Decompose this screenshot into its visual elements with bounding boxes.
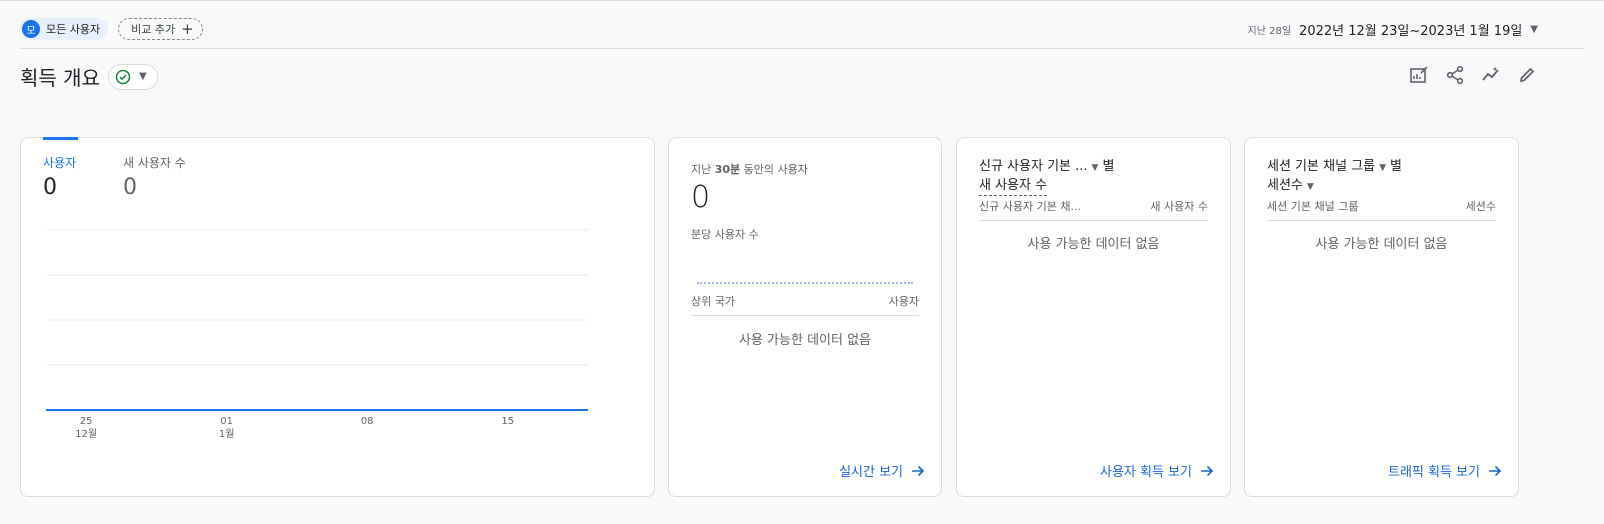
caret-down-icon[interactable]: ▼ xyxy=(1092,163,1099,173)
segment-chip[interactable]: 모 모든 사용자 xyxy=(20,18,109,40)
metric-selector[interactable]: 세션수 xyxy=(1267,178,1303,193)
date-prefix: 지난 28일 xyxy=(1247,26,1292,37)
add-compare-button[interactable]: 비교 추가 + xyxy=(118,18,203,40)
dimension-selector[interactable]: 세션 기본 채널 그룹 xyxy=(1267,159,1375,174)
new-users-table-header: 신규 사용자 기본 채... 새 사용자 수 xyxy=(979,198,1208,221)
share-button[interactable] xyxy=(1444,64,1466,86)
col-new-users: 새 사용자 수 xyxy=(1150,200,1208,213)
insights-icon xyxy=(1482,67,1499,81)
chevron-down-icon: ▼ xyxy=(138,71,147,82)
title-row: 획득 개요 ▼ xyxy=(20,62,158,91)
realtime-title-suffix: 동안의 사용자 xyxy=(740,163,808,176)
realtime-title: 지난 30분 동안의 사용자 xyxy=(691,161,808,177)
per-minute-sparkline xyxy=(697,282,913,284)
share-icon xyxy=(1446,65,1464,85)
view-realtime-label: 실시간 보기 xyxy=(839,465,903,480)
top-border xyxy=(0,0,1604,1)
customize-report-icon xyxy=(1410,66,1428,83)
header-divider xyxy=(20,48,1584,49)
caret-down-icon[interactable]: ▼ xyxy=(1379,163,1386,173)
customize-report-button[interactable] xyxy=(1408,64,1430,86)
col-users: 사용자 xyxy=(888,295,919,308)
edit-button[interactable] xyxy=(1516,64,1538,86)
arrow-right-icon xyxy=(1489,465,1502,476)
realtime-table-header: 상위 국가 사용자 xyxy=(691,293,919,316)
col-sessions: 세션수 xyxy=(1465,200,1496,213)
view-realtime-link[interactable]: 실시간 보기 xyxy=(839,461,925,480)
page-title: 획득 개요 xyxy=(20,66,100,90)
realtime-title-bold: 30분 xyxy=(714,163,741,176)
filter-bar: 모 모든 사용자 비교 추가 + xyxy=(20,17,203,41)
check-circle-icon xyxy=(115,69,131,84)
new-users-card: 신규 사용자 기본 ... ▼ 별 새 사용자 수 신규 사용자 기본 채... 새… xyxy=(956,137,1231,497)
arrow-right-icon xyxy=(912,465,925,476)
metric-selector[interactable]: 새 사용자 수 xyxy=(979,177,1048,196)
x-tick-label: 01 xyxy=(220,416,233,427)
realtime-subtitle: 분당 사용자 수 xyxy=(691,228,759,241)
chevron-down-icon: ▼ xyxy=(1530,24,1538,35)
report-toolbar xyxy=(1408,64,1538,86)
sessions-title: 세션 기본 채널 그룹 ▼ 별 세션수 ▼ xyxy=(1267,158,1402,196)
edit-icon xyxy=(1519,67,1535,83)
no-data-message: 사용 가능한 데이터 없음 xyxy=(1027,237,1160,252)
users-chart-card: 사용자 0 새 사용자 수 0 25 12월 01 1월 08 15 xyxy=(20,137,655,497)
new-users-title: 신규 사용자 기본 ... ▼ 별 새 사용자 수 xyxy=(979,158,1114,196)
col-session-channel: 세션 기본 채널 그룹 xyxy=(1267,200,1359,213)
by-label: 별 xyxy=(1390,159,1402,174)
view-traffic-acquisition-label: 트래픽 획득 보기 xyxy=(1388,465,1480,480)
view-user-acquisition-label: 사용자 획득 보기 xyxy=(1100,465,1192,480)
no-data-message: 사용 가능한 데이터 없음 xyxy=(739,333,871,348)
x-tick-month-label: 12월 xyxy=(75,428,97,440)
plus-icon: + xyxy=(181,19,194,38)
dimension-selector[interactable]: 신규 사용자 기본 ... xyxy=(979,159,1088,174)
realtime-title-prefix: 지난 xyxy=(691,163,715,176)
col-top-countries: 상위 국가 xyxy=(691,295,735,308)
segment-label: 모든 사용자 xyxy=(46,23,101,36)
report-status-button[interactable]: ▼ xyxy=(107,63,158,90)
date-range-picker[interactable]: 지난 28일 2022년 12월 23일~2023년 1월 19일 ▼ xyxy=(1248,20,1538,39)
x-tick-month-label: 1월 xyxy=(219,428,235,440)
arrow-right-icon xyxy=(1201,465,1214,476)
view-traffic-acquisition-link[interactable]: 트래픽 획득 보기 xyxy=(1388,461,1502,480)
realtime-card: 지난 30분 동안의 사용자 0 분당 사용자 수 상위 국가 사용자 사용 가… xyxy=(668,137,942,497)
sessions-table-header: 세션 기본 채널 그룹 세션수 xyxy=(1267,198,1496,221)
sessions-card: 세션 기본 채널 그룹 ▼ 별 세션수 ▼ 세션 기본 채널 그룹 세션수 사용 가능… xyxy=(1244,137,1519,497)
users-line-chart: 2512월 011월 08 15 xyxy=(46,229,588,440)
x-tick-label: 25 xyxy=(80,416,93,427)
by-label: 별 xyxy=(1102,159,1115,174)
x-tick-label: 15 xyxy=(501,416,514,427)
caret-down-icon[interactable]: ▼ xyxy=(1307,182,1314,192)
realtime-value: 0 xyxy=(691,180,711,215)
add-compare-label: 비교 추가 xyxy=(131,23,176,36)
x-tick-label: 08 xyxy=(361,416,374,427)
col-first-user-channel: 신규 사용자 기본 채... xyxy=(979,200,1081,213)
segment-avatar: 모 xyxy=(22,20,40,38)
view-user-acquisition-link[interactable]: 사용자 획득 보기 xyxy=(1100,461,1214,480)
no-data-message: 사용 가능한 데이터 없음 xyxy=(1315,237,1448,252)
insights-button[interactable] xyxy=(1480,64,1502,86)
date-range-text: 2022년 12월 23일~2023년 1월 19일 xyxy=(1299,24,1523,39)
